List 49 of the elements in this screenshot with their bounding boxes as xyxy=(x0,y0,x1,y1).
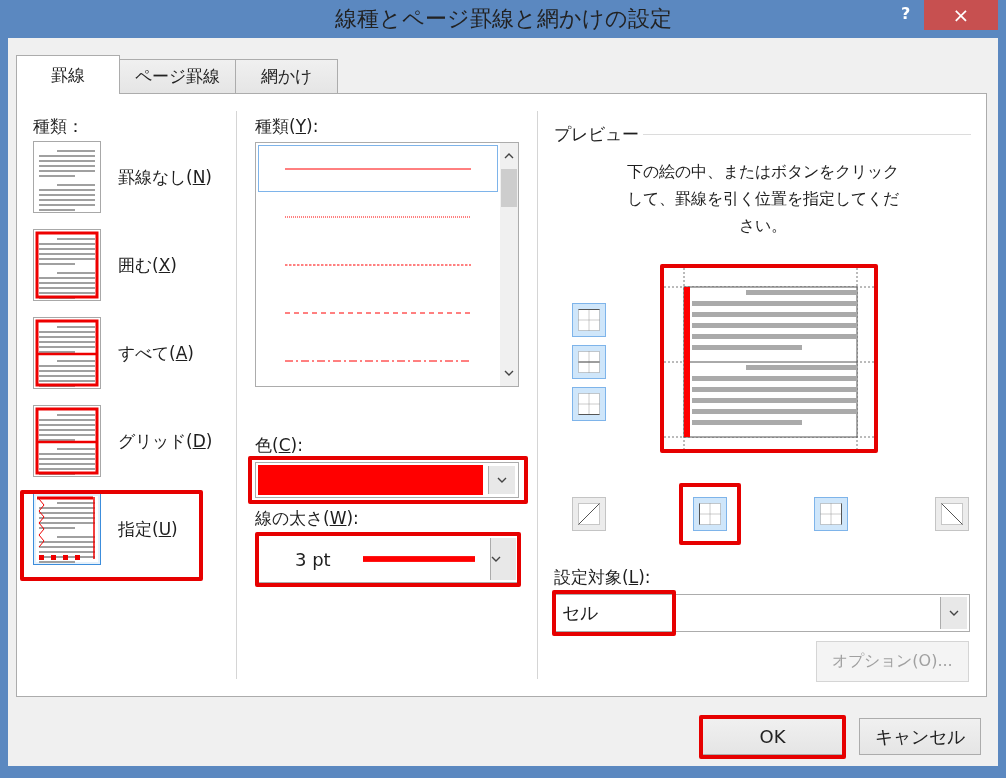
chevron-down-icon xyxy=(949,610,959,616)
setting-option-label[interactable]: 囲む(X) xyxy=(118,253,177,277)
line-style-item[interactable] xyxy=(258,145,498,192)
line-thickness-sample-icon xyxy=(362,556,475,562)
tab[interactable]: 罫線 xyxy=(16,55,120,94)
border-setting-thumbnail[interactable] xyxy=(33,141,101,213)
grid-border-icon[interactable] xyxy=(814,497,848,531)
grid-border-icon[interactable] xyxy=(693,497,727,531)
line-style-sample-icon xyxy=(285,311,471,314)
style-label: 種類(Y): xyxy=(255,115,320,138)
scrollbar-thumb[interactable] xyxy=(501,169,517,207)
color-label: 色(C): xyxy=(255,434,304,457)
setting-option-label[interactable]: すべて(A) xyxy=(118,341,194,365)
close-button[interactable]: × xyxy=(924,0,998,30)
help-button[interactable]: ? xyxy=(895,2,917,25)
line-style-sample-icon xyxy=(285,215,471,218)
setting-option-label[interactable]: 指定(U) xyxy=(118,517,178,541)
line-width-label: 線の太さ(W): xyxy=(255,507,360,530)
chevron-up-icon xyxy=(504,153,514,159)
grid-border-icon[interactable] xyxy=(572,345,606,379)
line-style-sample-icon xyxy=(285,359,471,362)
chevron-down-icon xyxy=(497,477,507,483)
chevron-down-icon xyxy=(504,370,514,376)
apply-to-label: 設定対象(L): xyxy=(554,566,652,589)
apply-to-dropdown[interactable]: セル xyxy=(554,594,970,632)
setting-label: 種類： xyxy=(33,115,85,138)
diagonal-border-icon[interactable] xyxy=(935,497,969,531)
instructions-text: 下の絵の中、またはボタンをクリックして、罫線を引く位置を指定してください。 xyxy=(625,161,900,237)
line-width-value: 3 pt xyxy=(295,548,332,570)
setting-option-label[interactable]: 罫線なし(N) xyxy=(118,165,212,189)
dialog-button[interactable]: キャンセル xyxy=(859,718,981,755)
border-setting-thumbnail[interactable] xyxy=(33,229,101,301)
color-dropdown[interactable] xyxy=(255,462,519,498)
border-setting-thumbnail[interactable] xyxy=(33,493,101,565)
tab[interactable]: ページ罫線 xyxy=(119,59,236,93)
window-title: 線種とページ罫線と網かけの設定 xyxy=(334,5,672,33)
tab[interactable]: 網かけ xyxy=(235,59,338,93)
grid-border-icon[interactable] xyxy=(572,387,606,421)
preview-label: プレビュー xyxy=(554,123,639,146)
line-style-sample-icon xyxy=(285,263,471,266)
chevron-down-icon xyxy=(491,556,502,562)
line-style-sample-icon xyxy=(285,167,471,170)
apply-to-value: セル xyxy=(561,601,598,625)
border-setting-thumbnail[interactable] xyxy=(33,405,101,477)
grid-border-icon[interactable] xyxy=(572,303,606,337)
border-setting-thumbnail[interactable] xyxy=(33,317,101,389)
scrollbar[interactable] xyxy=(500,143,518,386)
setting-option-label[interactable]: グリッド(D) xyxy=(118,429,213,453)
diagonal-border-icon[interactable] xyxy=(572,497,606,531)
